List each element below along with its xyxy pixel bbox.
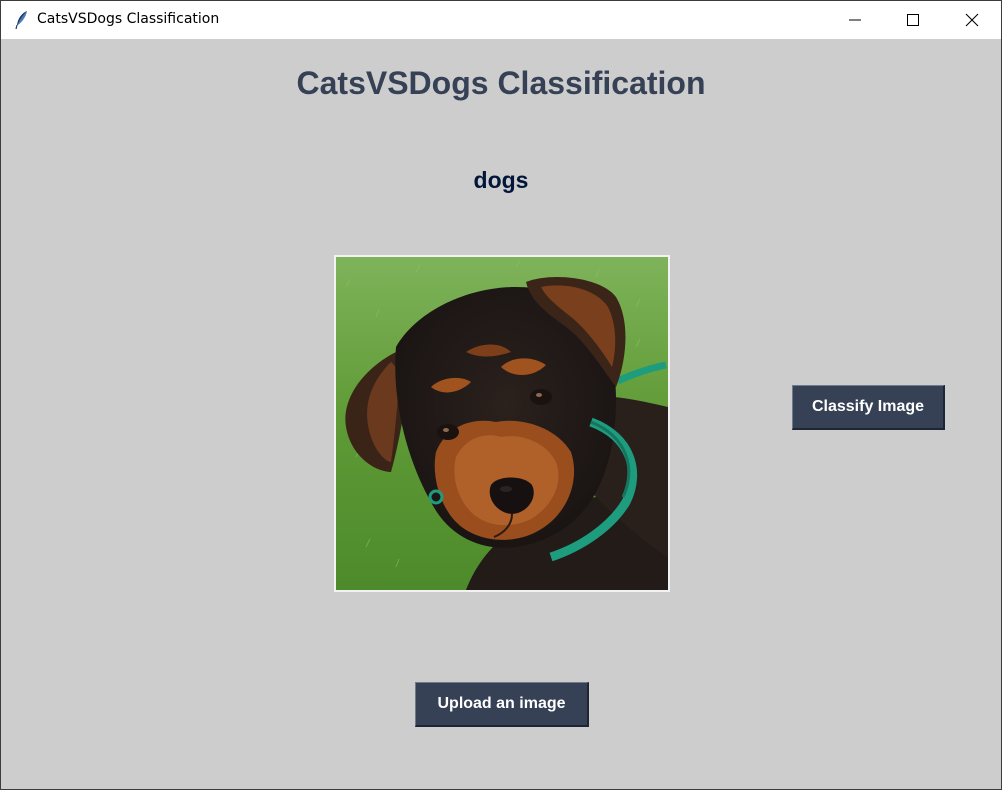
maximize-button[interactable] [884,1,942,39]
feather-icon [15,11,27,30]
minimize-icon [849,19,861,21]
window-title: CatsVSDogs Classification [37,11,220,27]
close-icon [965,13,979,27]
app-heading: CatsVSDogs Classification [296,65,706,101]
dog-photo [336,257,668,590]
upload-image-button[interactable]: Upload an image [415,682,589,727]
minimize-button[interactable] [826,1,884,39]
uploaded-image [334,255,670,592]
classify-image-button[interactable]: Classify Image [792,385,945,430]
maximize-icon [907,14,919,26]
title-bar[interactable]: CatsVSDogs Classification [1,1,1001,39]
close-button[interactable] [943,1,1001,39]
app-window: CatsVSDogs Classification CatsVSDogs Cla… [0,0,1002,790]
classification-result-label: dogs [473,167,529,193]
